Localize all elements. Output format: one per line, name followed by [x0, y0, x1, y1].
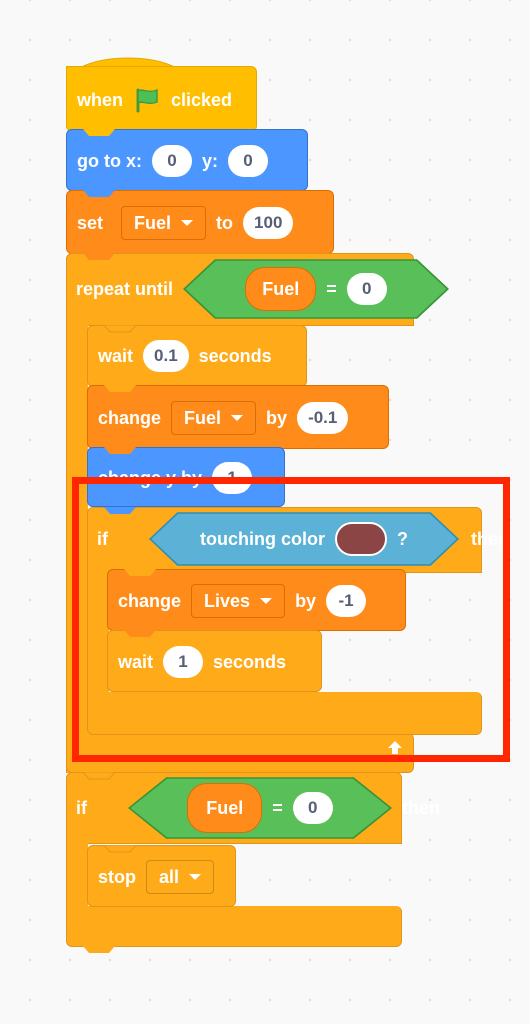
variable-dropdown[interactable]: Lives — [191, 584, 286, 618]
wait-duration-input[interactable]: 0.1 — [143, 340, 189, 372]
block-notch — [124, 569, 156, 576]
set-value-input[interactable]: 100 — [243, 207, 294, 239]
change-y-label: change y by — [98, 467, 203, 488]
change-fuel-block[interactable]: change Fuel by -0.1 — [87, 385, 389, 449]
equals-operator-block[interactable]: Fuel = 0 — [183, 259, 450, 319]
wait-block[interactable]: wait 1 seconds — [107, 630, 322, 692]
set-label: set — [77, 212, 104, 233]
wait-label: wait — [98, 345, 134, 366]
if-footer — [87, 692, 482, 735]
stop-option-dropdown[interactable]: all — [146, 860, 215, 894]
stop-label: stop — [98, 866, 136, 887]
clicked-label: clicked — [171, 89, 233, 110]
change-value-input[interactable]: -0.1 — [297, 402, 349, 434]
change-label: change — [118, 590, 182, 611]
touching-color-block[interactable]: touching color ? — [149, 512, 459, 566]
when-flag-clicked-block[interactable]: when clicked — [66, 66, 257, 132]
repeat-until-spine — [66, 313, 88, 773]
block-notch — [104, 325, 136, 333]
stop-block[interactable]: stop all — [87, 845, 236, 907]
block-notch — [83, 772, 115, 780]
equals-right-input[interactable]: 0 — [292, 792, 333, 824]
block-notch — [124, 630, 156, 637]
block-notch — [104, 447, 136, 454]
by-label: by — [266, 407, 288, 428]
touching-color-label: touching color — [200, 528, 325, 549]
variable-name: Fuel — [134, 212, 172, 233]
y-input[interactable]: 0 — [228, 145, 269, 177]
x-input[interactable]: 0 — [152, 145, 192, 177]
by-label: by — [295, 590, 317, 611]
change-y-block[interactable]: change y by 1 — [87, 447, 285, 507]
block-notch — [104, 507, 136, 514]
seconds-label: seconds — [198, 345, 272, 366]
change-lives-block[interactable]: change Lives by -1 — [107, 569, 406, 631]
green-flag-icon — [136, 88, 158, 113]
change-lives-input[interactable]: -1 — [326, 585, 367, 617]
wait-duration-input[interactable]: 1 — [163, 646, 204, 678]
hexagon-shape — [183, 259, 450, 319]
question-mark: ? — [397, 528, 408, 549]
to-label: to — [216, 212, 234, 233]
equals-operator-block[interactable]: Fuel = 0 — [128, 777, 392, 839]
change-y-input[interactable]: 1 — [212, 462, 253, 494]
go-to-x-label: go to x: — [77, 150, 142, 171]
equals-sign: = — [326, 278, 337, 299]
if-footer — [66, 906, 402, 953]
set-variable-block[interactable]: set Fuel to 100 — [66, 190, 334, 254]
y-label: y: — [202, 150, 219, 171]
dropdown-caret-icon — [260, 598, 273, 604]
fuel-reporter[interactable]: Fuel — [245, 267, 317, 311]
equals-right-input[interactable]: 0 — [346, 273, 387, 305]
variable-dropdown[interactable]: Fuel — [171, 401, 257, 435]
block-bottom-notch — [83, 946, 115, 953]
go-to-xy-block[interactable]: go to x: 0 y: 0 — [66, 129, 308, 191]
when-label: when — [77, 89, 124, 110]
dropdown-caret-icon — [189, 874, 202, 880]
wait-block[interactable]: wait 0.1 seconds — [87, 325, 307, 387]
block-notch — [83, 190, 115, 197]
color-swatch[interactable] — [335, 522, 387, 556]
block-notch — [83, 129, 115, 136]
change-label: change — [98, 407, 162, 428]
stop-option: all — [159, 866, 180, 887]
fuel-reporter[interactable]: Fuel — [187, 783, 263, 833]
dropdown-caret-icon — [181, 220, 194, 226]
block-notch — [83, 253, 115, 260]
if-label: if — [97, 528, 108, 549]
block-notch — [104, 385, 136, 392]
dropdown-caret-icon — [231, 415, 244, 421]
wait-label: wait — [118, 651, 154, 672]
variable-dropdown[interactable]: Fuel — [121, 206, 207, 240]
variable-name: Lives — [204, 590, 251, 611]
block-notch — [104, 845, 136, 853]
if-label: if — [76, 797, 87, 818]
repeat-until-label: repeat until — [76, 278, 174, 299]
equals-sign: = — [272, 797, 283, 818]
variable-name: Fuel — [184, 407, 222, 428]
then-label: then — [471, 528, 509, 549]
then-label: then — [402, 797, 440, 818]
seconds-label: seconds — [213, 651, 287, 672]
